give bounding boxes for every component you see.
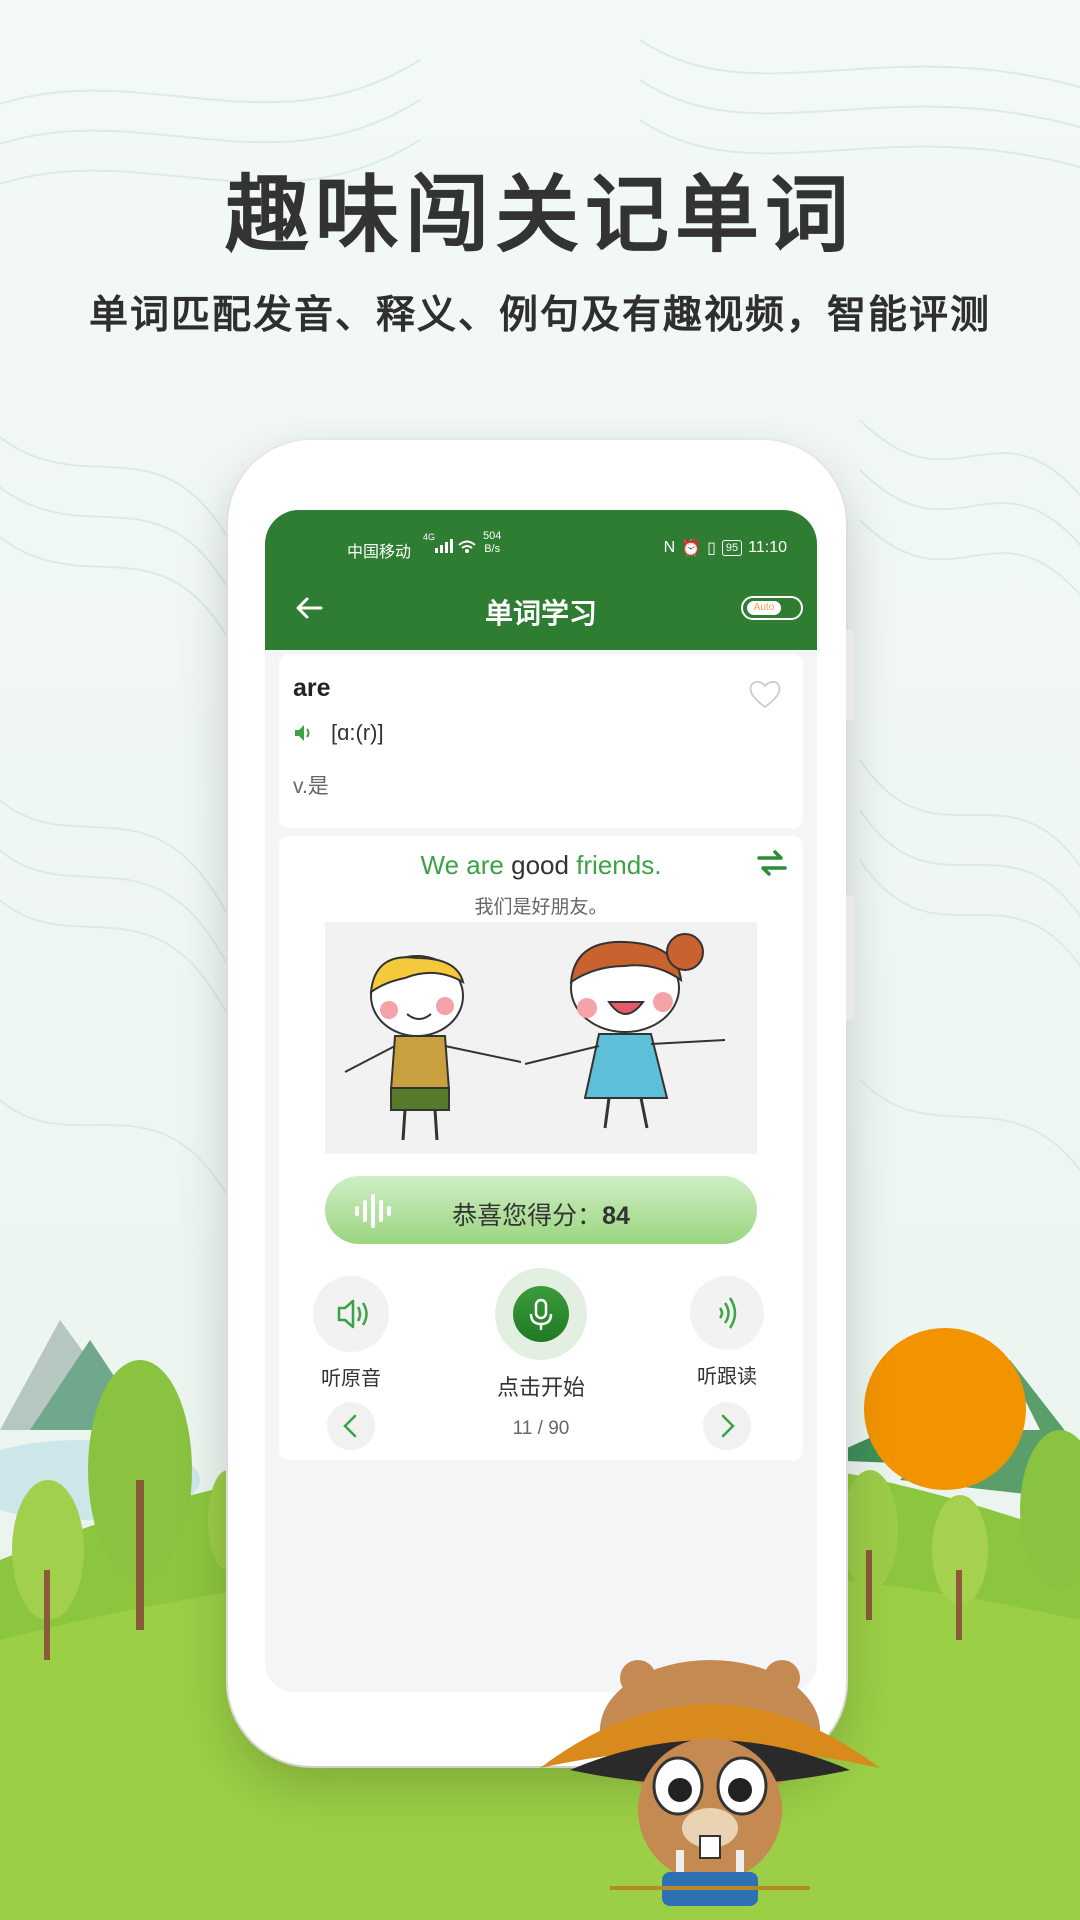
next-button[interactable] <box>703 1402 751 1450</box>
battery-icon: 95 <box>721 540 743 556</box>
example-card: We are good friends. 我们是好朋友。 恭喜您得分：84 听原… <box>279 836 803 1460</box>
sentence-part: good <box>511 850 569 880</box>
carrier-name: 中国移动 <box>347 544 412 561</box>
status-bar: 中国移动 4G 504 B/s N ⏰ ▯ 95 11:10 <box>265 530 817 566</box>
sentence-part: We are <box>420 850 512 880</box>
listen-original-label: 听原音 <box>321 1368 381 1390</box>
sentence-translation: 我们是好朋友。 <box>474 897 608 918</box>
promo-headline: 趣味闯关记单词 <box>224 166 855 264</box>
mic-icon <box>529 1298 553 1330</box>
network-speed: 504 B/s <box>483 530 502 555</box>
score-bar: 恭喜您得分：84 <box>325 1176 757 1244</box>
app-screen: 中国移动 4G 504 B/s N ⏰ ▯ 95 11:10 单词学习 Auto… <box>265 510 817 1692</box>
alarm-icon: ⏰ <box>681 540 702 557</box>
listen-follow-label: 听跟读 <box>697 1366 757 1388</box>
speaker-outline-icon <box>337 1299 368 1329</box>
promo-subline: 单词匹配发音、释义、例句及有趣视频，智能评测 <box>88 293 991 338</box>
record-button[interactable]: 点击开始 <box>485 1268 597 1402</box>
speaker-icon[interactable] <box>293 722 315 744</box>
listen-original-circle[interactable] <box>313 1276 389 1352</box>
score-value: 84 <box>602 1202 630 1230</box>
vibrate-icon: ▯ <box>707 540 716 557</box>
score-label: 恭喜您得分： <box>452 1202 603 1230</box>
sun-illustration <box>864 1328 1026 1490</box>
listen-original-button[interactable]: 听原音 <box>301 1276 401 1391</box>
heart-icon[interactable] <box>747 678 783 710</box>
status-right: N ⏰ ▯ 95 11:10 <box>664 538 787 558</box>
mascot-illustration <box>540 1660 880 1906</box>
auto-toggle[interactable]: Auto <box>741 596 803 620</box>
app-bar: 中国移动 4G 504 B/s N ⏰ ▯ 95 11:10 单词学习 Auto <box>265 510 817 650</box>
follow-audio-icon <box>718 1297 737 1329</box>
nfc-icon: N <box>663 539 676 556</box>
word-meaning: v.是 <box>293 775 329 798</box>
word-card: are [ɑ:(r)] v.是 <box>279 654 803 828</box>
phone-side-button <box>846 895 854 1020</box>
record-label: 点击开始 <box>496 1375 585 1400</box>
listen-follow-circle[interactable] <box>690 1276 764 1350</box>
example-sentence: We are good friends. <box>279 850 803 881</box>
friends-illustration <box>325 922 757 1154</box>
page-title: 单词学习 <box>484 598 597 629</box>
word-text: are <box>293 674 331 702</box>
network-type: 4G <box>423 532 436 542</box>
signal-wifi-icon <box>435 539 476 553</box>
swap-icon[interactable] <box>755 846 789 880</box>
record-inner <box>513 1286 569 1342</box>
record-circle[interactable] <box>495 1268 587 1360</box>
auto-toggle-label: Auto <box>747 601 781 615</box>
phone-side-button <box>846 630 854 720</box>
listen-follow-button[interactable]: 听跟读 <box>677 1276 777 1389</box>
chevron-right-icon <box>721 1414 735 1438</box>
sentence-part: friends. <box>568 850 662 880</box>
status-time: 11:10 <box>748 539 787 556</box>
phonetic-text: [ɑ:(r)] <box>331 720 384 745</box>
score-text: 恭喜您得分：84 <box>325 1196 757 1232</box>
